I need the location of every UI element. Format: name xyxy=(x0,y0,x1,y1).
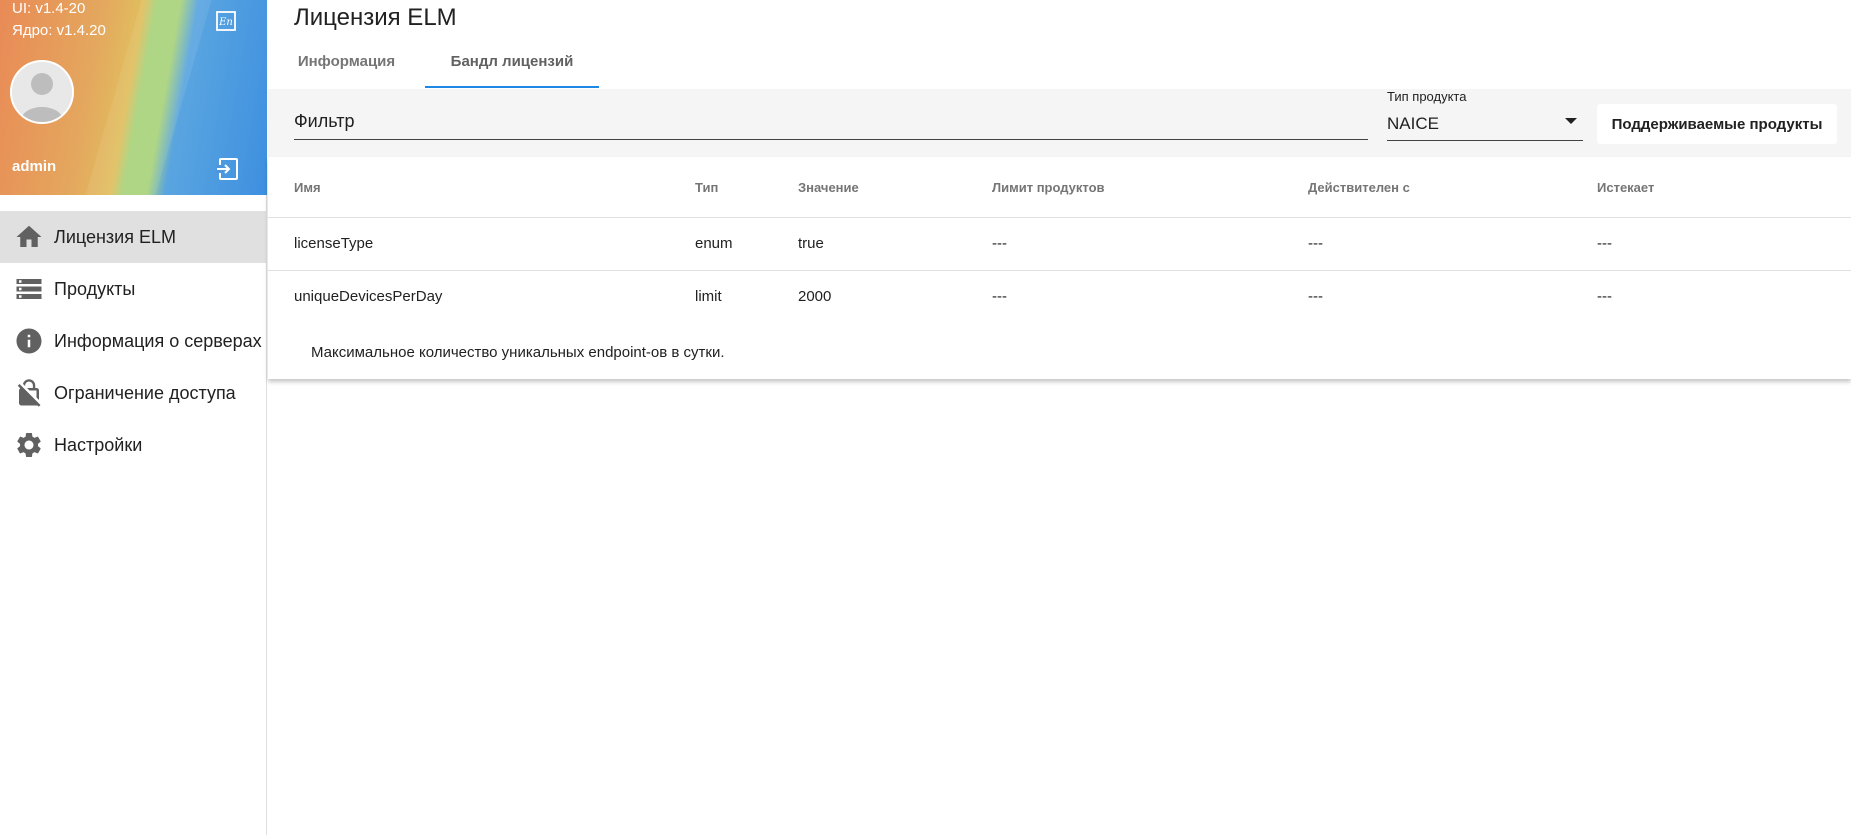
sidebar-item-label: Настройки xyxy=(54,434,143,455)
user-name: admin xyxy=(12,158,57,175)
sidebar-header: UI: v1.4-20 Ядро: v1.4.20 En admin xyxy=(0,0,267,195)
ui-version: UI: v1.4-20 xyxy=(12,0,86,17)
sidebar-item-label: Информация о серверах xyxy=(54,330,262,351)
cell-value: true xyxy=(798,235,824,252)
cell-valid-from: --- xyxy=(1308,288,1323,305)
column-header-type[interactable]: Тип xyxy=(695,180,718,195)
column-header-value[interactable]: Значение xyxy=(798,180,859,195)
toolbar: Тип продукта NAICE Поддерживаемые продук… xyxy=(268,89,1851,157)
table-row[interactable]: uniqueDevicesPerDay limit 2000 --- --- -… xyxy=(268,271,1851,323)
caret-down-icon xyxy=(1565,118,1577,124)
sidebar-item-label: Продукты xyxy=(54,278,136,299)
sidebar-nav: Лицензия ELM Продукты Информация о серве… xyxy=(0,211,266,471)
info-icon xyxy=(14,326,44,356)
cell-type: limit xyxy=(695,288,722,305)
sidebar-item-label: Ограничение доступа xyxy=(54,382,236,403)
column-header-valid-from[interactable]: Действителен с xyxy=(1308,180,1410,195)
sidebar-item-access-restriction[interactable]: Ограничение доступа xyxy=(0,367,266,419)
table-header: Имя Тип Значение Лимит продуктов Действи… xyxy=(268,157,1851,218)
language-icon[interactable]: En xyxy=(215,10,237,32)
cell-product-limit: --- xyxy=(992,235,1007,252)
column-header-expires[interactable]: Истекает xyxy=(1597,180,1654,195)
table-row[interactable]: licenseType enum true --- --- --- xyxy=(268,218,1851,271)
sidebar-item-server-info[interactable]: Информация о серверах xyxy=(0,315,266,367)
cell-expires: --- xyxy=(1597,235,1612,252)
product-type-label: Тип продукта xyxy=(1387,89,1467,104)
cell-value: 2000 xyxy=(798,288,832,305)
supported-products-button[interactable]: Поддерживаемые продукты xyxy=(1597,104,1837,144)
avatar xyxy=(10,60,74,124)
column-header-product-limit[interactable]: Лимит продуктов xyxy=(992,180,1105,195)
tabs: Информация Бандл лицензий xyxy=(268,42,599,88)
product-type-value: NAICE xyxy=(1387,114,1439,133)
sidebar-item-elm-license[interactable]: Лицензия ELM xyxy=(0,211,266,263)
filter-input[interactable] xyxy=(294,103,1368,140)
cell-expires: --- xyxy=(1597,288,1612,305)
sidebar-item-settings[interactable]: Настройки xyxy=(0,419,266,471)
product-type-select[interactable]: NAICE xyxy=(1387,106,1583,141)
tab-license-bundle[interactable]: Бандл лицензий xyxy=(425,42,599,88)
sidebar-item-label: Лицензия ELM xyxy=(54,226,176,247)
column-header-name[interactable]: Имя xyxy=(294,180,321,195)
page-title: Лицензия ELM xyxy=(294,4,457,31)
cell-product-limit: --- xyxy=(992,288,1007,305)
core-version: Ядро: v1.4.20 xyxy=(12,22,106,39)
gear-icon xyxy=(14,430,44,460)
row-description: Максимальное количество уникальных endpo… xyxy=(311,344,725,361)
svg-text:En: En xyxy=(218,17,233,28)
license-table: Имя Тип Значение Лимит продуктов Действи… xyxy=(268,157,1851,379)
home-icon xyxy=(14,222,44,252)
cell-name: licenseType xyxy=(294,235,374,252)
lock-off-icon xyxy=(14,378,44,408)
sidebar-item-products[interactable]: Продукты xyxy=(0,263,266,315)
cell-valid-from: --- xyxy=(1308,235,1323,252)
main-content: Лицензия ELM Информация Бандл лицензий Т… xyxy=(268,0,1851,835)
tab-information[interactable]: Информация xyxy=(268,42,425,88)
sidebar: UI: v1.4-20 Ядро: v1.4.20 En admin Лицен… xyxy=(0,0,267,835)
logout-icon[interactable] xyxy=(214,156,240,182)
cell-name: uniqueDevicesPerDay xyxy=(294,288,443,305)
list-icon xyxy=(14,274,44,304)
cell-type: enum xyxy=(695,235,733,252)
